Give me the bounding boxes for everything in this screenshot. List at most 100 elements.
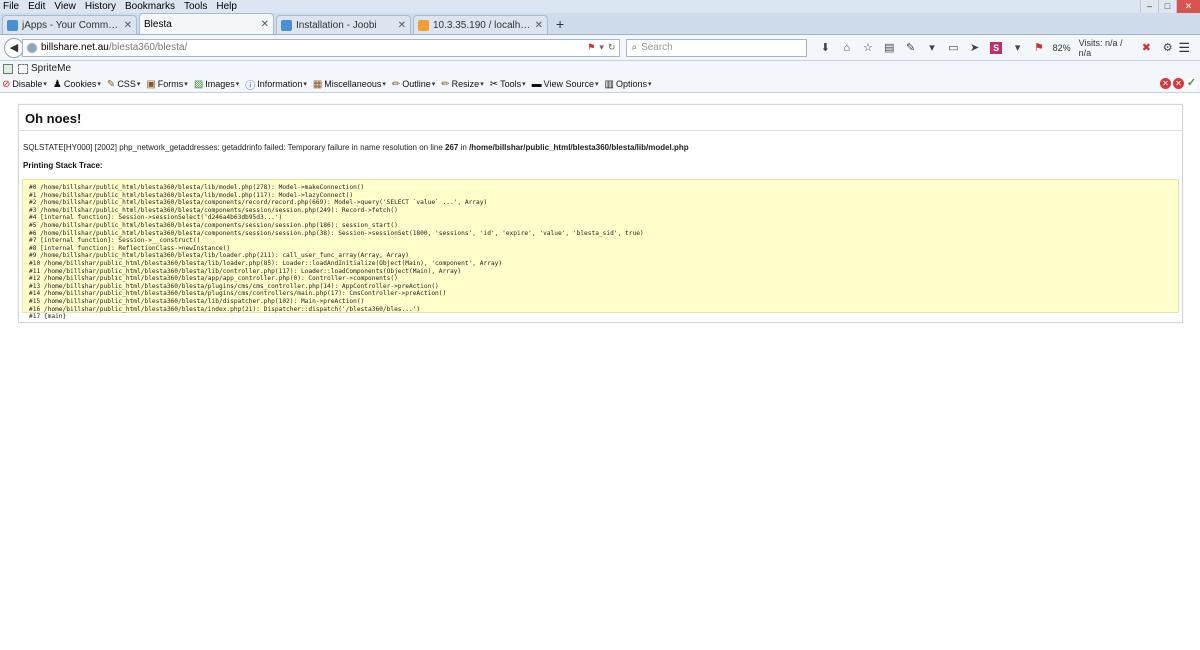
dropdown-icon[interactable]: ▾ bbox=[921, 41, 942, 54]
search-bar[interactable]: ⌕ Search bbox=[626, 38, 807, 57]
clipboard-icon[interactable]: ▤ bbox=[879, 41, 900, 54]
dev-resize[interactable]: ✏ Resize ▾ bbox=[441, 79, 483, 90]
dev-disable[interactable]: ⊘ Disable ▾ bbox=[2, 79, 47, 90]
spriteme-icon bbox=[18, 63, 28, 74]
validation-ok-icon[interactable]: ✓ bbox=[1186, 78, 1197, 89]
dev-images[interactable]: ▨ Images ▾ bbox=[194, 79, 239, 90]
bookmark-spriteme[interactable]: SpriteMe bbox=[31, 63, 71, 74]
window-controls: – □ ✕ bbox=[1140, 0, 1200, 13]
dev-forms[interactable]: ▣ Forms ▾ bbox=[146, 79, 187, 90]
dropdown-icon[interactable]: ▾ bbox=[1007, 41, 1028, 54]
menu-bookmarks[interactable]: Bookmarks bbox=[125, 0, 175, 13]
trace-line: #9 /home/billshar/public_html/blesta360/… bbox=[29, 252, 409, 260]
miscellaneous-icon: ▦ bbox=[312, 78, 323, 90]
navigation-bar: ◀ billshare.net.au /blesta360/blesta/ ⚑ … bbox=[0, 35, 1200, 61]
browser-chrome: File Edit View History Bookmarks Tools H… bbox=[0, 0, 1200, 93]
disable-icon: ⊘ bbox=[2, 78, 11, 90]
bookmarks-bar: SpriteMe bbox=[0, 61, 1200, 76]
url-bar[interactable]: billshare.net.au /blesta360/blesta/ ⚑ ▾ … bbox=[22, 38, 621, 57]
error-panel: Oh noes! SQLSTATE[HY000] [2002] php_netw… bbox=[18, 104, 1183, 323]
menu-tools[interactable]: Tools bbox=[184, 0, 207, 13]
folder-icon[interactable]: ▭ bbox=[943, 41, 964, 54]
menu-file[interactable]: File bbox=[3, 0, 19, 13]
js-error-icon[interactable]: ✕ bbox=[1173, 78, 1184, 89]
back-button[interactable]: ◀ bbox=[4, 37, 24, 58]
home-icon[interactable]: ⌂ bbox=[836, 42, 857, 54]
error-file: /home/billshar/public_html/blesta360/ble… bbox=[469, 143, 689, 152]
maximize-icon[interactable]: □ bbox=[1158, 0, 1176, 13]
tab-close-icon[interactable]: ✕ bbox=[535, 20, 543, 31]
search-icon: ⌕ bbox=[631, 42, 638, 53]
tab-joobi[interactable]: Installation - Joobi ✕ bbox=[276, 15, 411, 34]
tab-blesta[interactable]: Blesta ✕ bbox=[139, 13, 274, 34]
web-developer-toolbar: ⊘ Disable ▾ ♟ Cookies ▾ ✎ CSS ▾ ▣ Forms ▾ ▨ Image… bbox=[0, 76, 1200, 93]
trace-line: #2 /home/billshar/public_html/blesta360/… bbox=[29, 199, 488, 207]
cross-icon[interactable]: ✖ bbox=[1136, 41, 1157, 54]
information-icon: ⓘ bbox=[245, 80, 256, 92]
visits-counter: Visits: n/a / n/a bbox=[1078, 37, 1123, 58]
images-icon: ▨ bbox=[193, 78, 204, 90]
trace-line: #8 [internal function]: ReflectionClass-… bbox=[29, 244, 231, 252]
dev-status-icons: ✕ ✕ ✓ bbox=[1158, 78, 1197, 89]
new-tab-button[interactable]: + bbox=[550, 15, 570, 34]
close-window-icon[interactable]: ✕ bbox=[1176, 0, 1200, 13]
favicon-icon bbox=[7, 19, 18, 31]
tab-label: Installation - Joobi bbox=[296, 19, 377, 31]
stack-trace-box: #0 /home/billshar/public_html/blesta360/… bbox=[22, 179, 1179, 320]
tab-japps[interactable]: jApps - Your Command Ce... ✕ bbox=[2, 15, 137, 34]
flag-icon[interactable]: ⚑ bbox=[1028, 41, 1049, 54]
tab-label: Blesta bbox=[144, 18, 172, 30]
favicon-icon bbox=[281, 19, 292, 31]
dropdown-icon[interactable]: ▾ bbox=[599, 42, 604, 53]
bookmark-star-icon[interactable]: ☆ bbox=[857, 41, 878, 54]
minimize-icon[interactable]: – bbox=[1140, 0, 1158, 13]
flag-icon[interactable]: ⚑ bbox=[587, 42, 595, 53]
search-placeholder: Search bbox=[641, 42, 673, 53]
s-extension-icon[interactable]: S bbox=[990, 41, 1002, 54]
dev-tools[interactable]: ✂ Tools ▾ bbox=[490, 79, 526, 90]
trace-line: #10 /home/billshar/public_html/blesta360… bbox=[29, 259, 503, 267]
menu-help[interactable]: Help bbox=[216, 0, 237, 13]
tab-bar: jApps - Your Command Ce... ✕ Blesta ✕ In… bbox=[0, 13, 1200, 35]
url-path: /blesta360/blesta/ bbox=[108, 42, 188, 53]
tab-close-icon[interactable]: ✕ bbox=[398, 20, 406, 31]
menu-bar: File Edit View History Bookmarks Tools H… bbox=[0, 0, 1200, 13]
eyedropper-icon[interactable]: ✎ bbox=[900, 41, 921, 54]
trace-line: #12 /home/billshar/public_html/blesta360… bbox=[29, 275, 398, 283]
dev-information[interactable]: ⓘ Information ▾ bbox=[245, 77, 307, 92]
tools-icon: ✂ bbox=[489, 78, 499, 90]
extension-icon[interactable]: ⚙ bbox=[1157, 41, 1178, 54]
stack-trace-title: Printing Stack Trace: bbox=[23, 161, 103, 170]
dev-outline[interactable]: ✏ Outline ▾ bbox=[392, 79, 435, 90]
dev-miscellaneous[interactable]: ▦ Miscellaneous ▾ bbox=[313, 79, 386, 90]
zoom-percent: 82% bbox=[1052, 42, 1071, 53]
trace-line: #0 /home/billshar/public_html/blesta360/… bbox=[29, 184, 365, 191]
tab-close-icon[interactable]: ✕ bbox=[261, 19, 269, 30]
tab-label: jApps - Your Command Ce... bbox=[22, 19, 121, 31]
reload-icon[interactable]: ↻ bbox=[608, 42, 616, 53]
phpmyadmin-favicon-icon bbox=[418, 19, 429, 31]
trace-line: #17 {main} bbox=[29, 313, 67, 321]
error-in: in bbox=[458, 143, 470, 152]
menu-history[interactable]: History bbox=[85, 0, 116, 13]
dev-view-source[interactable]: ▬ View Source ▾ bbox=[532, 79, 599, 90]
bookmark-folder-icon[interactable] bbox=[3, 63, 13, 74]
error-text: SQLSTATE[HY000] [2002] php_network_getad… bbox=[23, 143, 446, 152]
globe-icon bbox=[27, 42, 37, 53]
dev-cookies[interactable]: ♟ Cookies ▾ bbox=[53, 79, 101, 90]
dev-options[interactable]: ▥ Options ▾ bbox=[605, 79, 652, 90]
hamburger-menu-icon[interactable]: ☰ bbox=[1178, 40, 1196, 56]
download-icon[interactable]: ⬇ bbox=[815, 41, 836, 54]
send-icon[interactable]: ➤ bbox=[964, 41, 985, 54]
trace-line: #4 [internal function]: Session->session… bbox=[29, 214, 283, 222]
trace-line: #14 /home/billshar/public_html/blesta360… bbox=[29, 290, 447, 298]
tab-phpmyadmin[interactable]: 10.3.35.190 / localhost | ph... ✕ bbox=[413, 15, 548, 34]
cookies-icon: ♟ bbox=[52, 78, 62, 90]
dev-css[interactable]: ✎ CSS ▾ bbox=[107, 79, 140, 90]
menu-view[interactable]: View bbox=[54, 0, 76, 13]
trace-line: #3 /home/billshar/public_html/blesta360/… bbox=[29, 206, 398, 214]
menu-edit[interactable]: Edit bbox=[28, 0, 45, 13]
css-icon: ✎ bbox=[106, 78, 116, 90]
tab-close-icon[interactable]: ✕ bbox=[124, 20, 132, 31]
css-error-icon[interactable]: ✕ bbox=[1160, 78, 1171, 89]
